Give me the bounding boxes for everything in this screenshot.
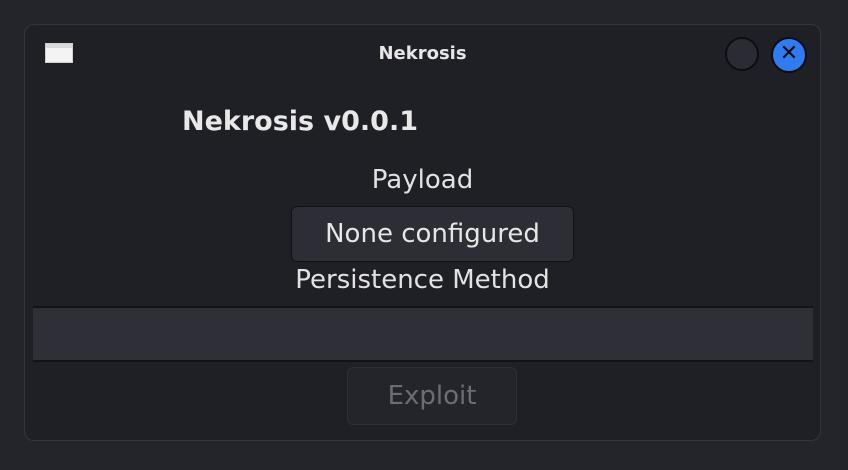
persistence-method-field[interactable] bbox=[33, 306, 813, 362]
exploit-button[interactable]: Exploit bbox=[347, 367, 517, 425]
payload-button[interactable]: None configured bbox=[291, 206, 574, 262]
app-heading: Nekrosis v0.0.1 bbox=[182, 106, 418, 137]
close-icon: ✕ bbox=[779, 41, 799, 66]
persistence-method-label: Persistence Method bbox=[295, 265, 550, 295]
app-window: Nekrosis ✕ Nekrosis v0.0.1 Payload None … bbox=[24, 24, 821, 441]
payload-label: Payload bbox=[371, 165, 474, 195]
minimize-button[interactable] bbox=[725, 37, 759, 71]
window-title: Nekrosis bbox=[378, 43, 467, 64]
titlebar: Nekrosis ✕ bbox=[25, 25, 820, 83]
close-button[interactable]: ✕ bbox=[771, 37, 807, 73]
